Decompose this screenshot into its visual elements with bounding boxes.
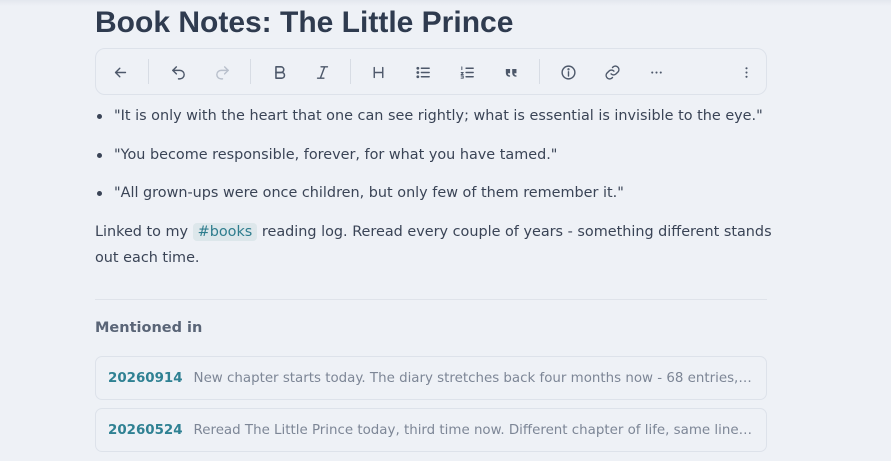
undo-icon[interactable] [166,60,190,84]
mention-date[interactable]: 20260914 [108,371,183,386]
mention-card[interactable]: 20260914 New chapter starts today. The d… [95,356,767,400]
redo-icon[interactable] [210,60,234,84]
toolbar-divider [350,59,351,84]
editor-toolbar [95,48,767,95]
toolbar-divider [539,59,540,84]
italic-icon[interactable] [310,60,334,84]
paragraph-text: Linked to my [95,224,193,240]
mention-snippet: New chapter starts today. The diary stre… [193,370,754,386]
page-title: Book Notes: The Little Prince [95,6,514,39]
bullet-list-icon[interactable] [411,60,435,84]
heading-icon[interactable] [366,60,390,84]
bold-icon[interactable] [267,60,291,84]
toolbar-divider [148,59,149,84]
list-item: "You become responsible, forever, for wh… [95,143,775,182]
back-arrow-icon[interactable] [108,60,132,84]
mention-card[interactable]: 20260524 Reread The Little Prince today,… [95,408,767,452]
mentioned-in-heading: Mentioned in [95,320,203,336]
more-vertical-icon[interactable] [734,60,758,84]
list-item: "It is only with the heart that one can … [95,104,775,143]
note-paragraph: Linked to my #books reading log. Reread … [95,219,775,271]
info-icon[interactable] [556,60,580,84]
numbered-list-icon[interactable] [455,60,479,84]
more-horizontal-icon[interactable] [644,60,668,84]
list-item: "All grown-ups were once children, but o… [95,181,775,220]
quote-list: "It is only with the heart that one can … [95,104,775,220]
link-icon[interactable] [600,60,624,84]
tag-books[interactable]: #books [192,223,258,241]
mention-snippet: Reread The Little Prince today, third ti… [193,422,754,438]
section-divider [95,299,767,300]
toolbar-divider [250,59,251,84]
mention-date[interactable]: 20260524 [108,423,183,438]
quote-icon[interactable] [499,60,523,84]
